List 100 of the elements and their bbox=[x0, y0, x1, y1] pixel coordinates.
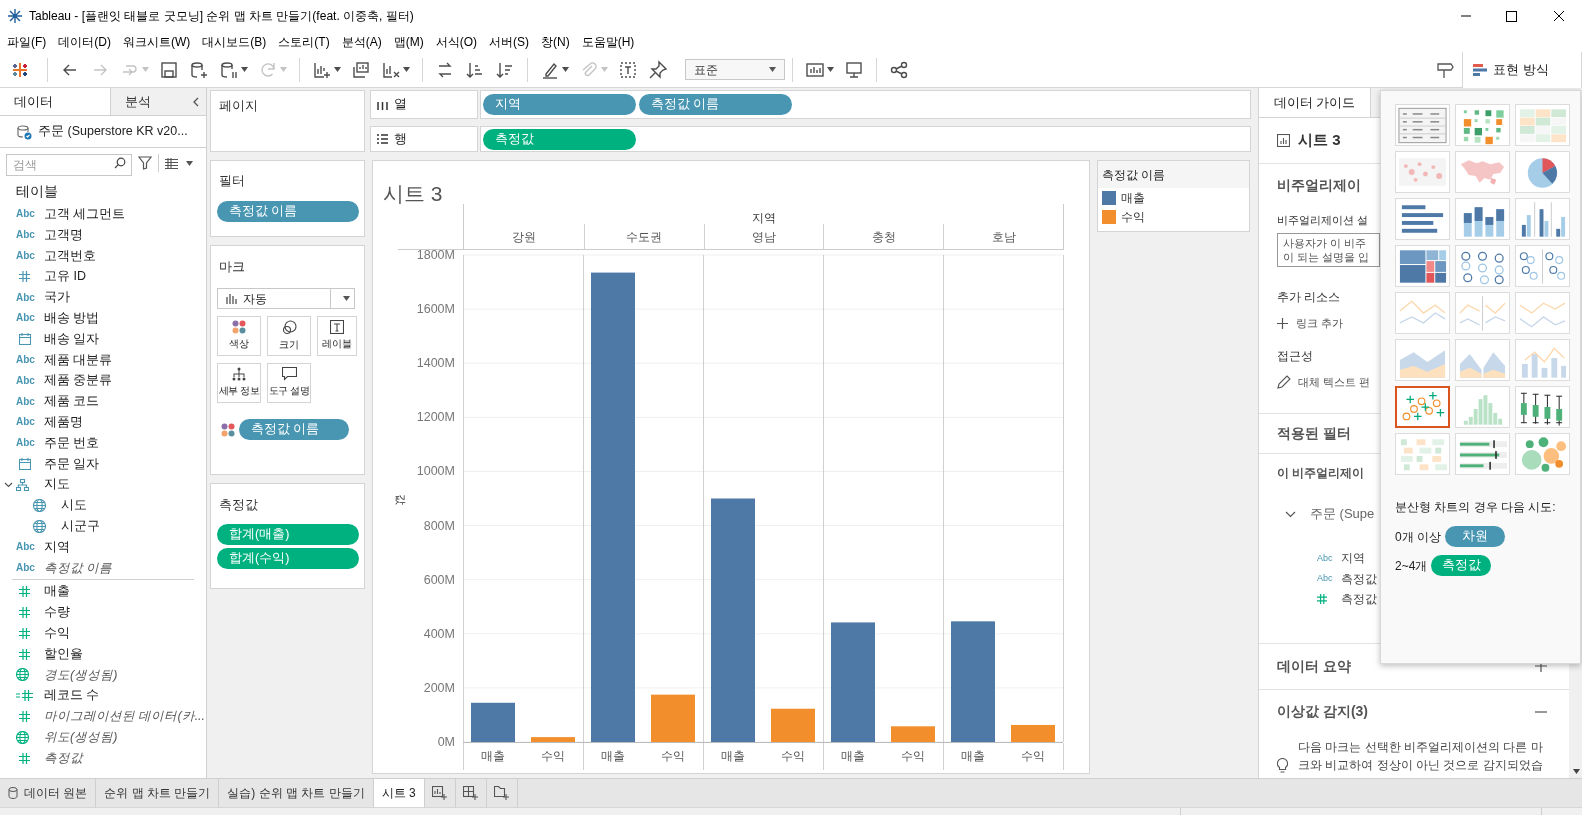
field-name[interactable]: 제품 대분류 bbox=[44, 350, 113, 370]
chevron-icon[interactable] bbox=[4, 480, 13, 490]
plus-icon bbox=[1277, 317, 1288, 329]
field-name[interactable]: 측정값 이름 bbox=[44, 558, 113, 578]
maximize-icon[interactable] bbox=[1506, 10, 1517, 22]
fit-dropdown[interactable]: 표준 bbox=[685, 59, 785, 80]
field-name[interactable]: 고객번호 bbox=[44, 246, 96, 266]
caret-icon bbox=[334, 67, 341, 72]
menu-item[interactable]: 워크시트(W) bbox=[117, 33, 197, 51]
card-title: 마크 bbox=[219, 260, 245, 274]
mark-property-button[interactable]: 크기 bbox=[267, 316, 311, 356]
mark-property-button[interactable]: 도구 설명 bbox=[267, 363, 311, 403]
axis-tick-label: 1400M bbox=[416, 356, 455, 371]
axis-label: 수익 bbox=[541, 749, 565, 763]
caret-icon bbox=[142, 67, 149, 72]
field-name[interactable]: 고객 세그먼트 bbox=[44, 205, 126, 224]
datasource-name[interactable]: 주문 (Superstore KR v20... bbox=[38, 122, 188, 141]
menu-item[interactable]: 도움말(H) bbox=[575, 33, 641, 51]
field-name[interactable]: 주문 일자 bbox=[44, 454, 100, 474]
data-type-label: Abc bbox=[16, 438, 35, 449]
menu-item[interactable]: 스토리(T) bbox=[272, 33, 336, 51]
calendar-icon bbox=[19, 333, 31, 346]
menu-item[interactable]: 서버(S) bbox=[483, 33, 535, 51]
show-me-tab[interactable]: 표현 방식 bbox=[1462, 51, 1582, 88]
pane-tab[interactable]: 데이터 bbox=[0, 88, 110, 115]
section-heading: 데이터 요약 bbox=[1277, 656, 1351, 676]
filter-icon[interactable] bbox=[138, 156, 152, 170]
mark-type-dropdown[interactable]: 자동 bbox=[217, 288, 355, 309]
axis-tick-label: 1200M bbox=[416, 410, 455, 425]
scroll-down-icon[interactable] bbox=[1572, 769, 1580, 774]
menu-item[interactable]: 창(N) bbox=[535, 33, 576, 51]
datasource-icon bbox=[16, 123, 32, 140]
list-view-icon[interactable] bbox=[165, 157, 178, 169]
data-type-label: Abc bbox=[16, 230, 35, 241]
sheet-tab[interactable]: 시트 3 bbox=[373, 779, 425, 807]
field-name[interactable]: 제품 중분류 bbox=[44, 371, 113, 391]
field-name[interactable]: 고유 ID bbox=[44, 267, 86, 287]
field-name[interactable]: 배송 방법 bbox=[44, 309, 100, 328]
field-name[interactable]: 제품명 bbox=[44, 413, 83, 432]
menu-item[interactable]: 서식(O) bbox=[429, 33, 483, 51]
alt-text-link[interactable]: 대체 텍스트 편 bbox=[1298, 373, 1371, 391]
field-name[interactable]: 레코드 수 bbox=[44, 686, 100, 706]
close-icon[interactable] bbox=[1553, 10, 1565, 22]
menu-item[interactable]: 데이터(D) bbox=[52, 33, 117, 51]
data-type-label: Abc bbox=[1317, 551, 1333, 565]
bar bbox=[651, 694, 695, 742]
search-field[interactable]: 검색 bbox=[6, 154, 132, 176]
lightbulb-icon bbox=[1277, 757, 1288, 773]
menu-item[interactable]: 파일(F) bbox=[1, 33, 53, 51]
field-name[interactable]: 배송 일자 bbox=[44, 329, 100, 349]
calendar-icon bbox=[19, 457, 31, 470]
menu-item[interactable]: 대시보드(B) bbox=[196, 33, 273, 51]
shelf-label: 열 bbox=[370, 90, 478, 119]
bar-chart-icon bbox=[226, 293, 237, 304]
field-name[interactable]: 제품 코드 bbox=[44, 392, 100, 411]
data-type-label: Abc bbox=[16, 251, 35, 261]
globe-icon bbox=[33, 519, 46, 533]
hint-text: 분산형 차트의 경우 다음 시도: bbox=[1395, 500, 1556, 514]
hash-icon bbox=[19, 271, 30, 283]
field-name[interactable]: 고객명 bbox=[44, 225, 83, 245]
field-pill: 측정값 bbox=[1431, 555, 1492, 576]
legend-title: 측정값 이름 bbox=[1102, 166, 1166, 184]
collapse-chevron-icon[interactable] bbox=[192, 96, 200, 107]
field-name[interactable]: 수익 bbox=[44, 623, 70, 643]
field-name[interactable]: 지역 bbox=[44, 537, 70, 557]
mark-property-button[interactable]: 세부 정보 bbox=[217, 363, 261, 403]
signpost-icon[interactable] bbox=[1436, 60, 1454, 79]
field-name[interactable]: 측정값 bbox=[44, 748, 83, 768]
field-name[interactable]: 매출 bbox=[44, 582, 70, 602]
menu-item[interactable]: 맵(M) bbox=[387, 33, 430, 51]
description-field[interactable]: 사용자가 이 비주 이 되는 설명을 입 bbox=[1277, 233, 1380, 267]
caret-icon bbox=[403, 67, 410, 72]
field-name[interactable]: 지도 bbox=[44, 475, 70, 495]
chevron-icon[interactable] bbox=[1285, 510, 1296, 518]
field-name[interactable]: 국가 bbox=[44, 288, 70, 307]
axis-tick-label: 600M bbox=[423, 572, 455, 587]
field-name[interactable]: 위도(생성됨) bbox=[44, 727, 118, 747]
axis-tick-label: 200M bbox=[423, 680, 455, 695]
chart-type-thumbnail[interactable] bbox=[1395, 386, 1450, 428]
field-name[interactable]: 시군구 bbox=[61, 516, 100, 536]
mark-property-button[interactable]: 레이블 bbox=[317, 316, 357, 356]
add-link[interactable]: 링크 추가 bbox=[1296, 314, 1344, 332]
duplicate-icon bbox=[351, 59, 371, 80]
section-title: 테이블 bbox=[16, 181, 58, 201]
axis-label: 매출 bbox=[961, 749, 985, 763]
menu-item[interactable]: 분석(A) bbox=[335, 33, 388, 51]
field-name[interactable]: 마이그레이션된 데이터(카... bbox=[44, 707, 206, 726]
field-name[interactable]: 주문 번호 bbox=[44, 433, 100, 453]
field-label: 비주얼리제이션 설 bbox=[1277, 212, 1369, 228]
column-header: 충청 bbox=[871, 228, 896, 246]
field-name[interactable]: 수량 bbox=[44, 603, 70, 622]
field-name[interactable]: 할인율 bbox=[44, 644, 83, 664]
data-type-label: Abc bbox=[16, 396, 35, 407]
field-name[interactable]: 경도(생성됨) bbox=[44, 665, 118, 685]
mark-property-button[interactable]: 색상 bbox=[217, 316, 261, 356]
pin-icon bbox=[648, 59, 668, 80]
pane-tab[interactable]: 데이터 가이드 bbox=[1259, 88, 1371, 117]
database-pause-icon bbox=[219, 59, 239, 80]
column-header: 수도권 bbox=[626, 228, 663, 246]
field-name[interactable]: 시도 bbox=[61, 496, 87, 515]
